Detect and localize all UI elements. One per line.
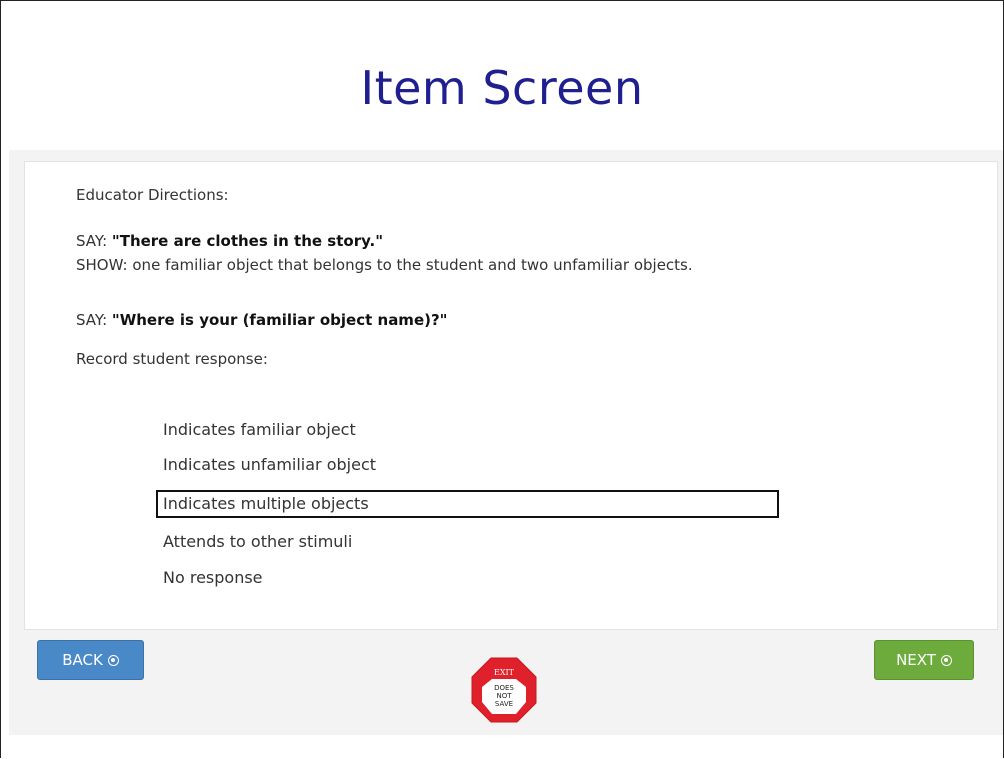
next-button[interactable]: NEXT (874, 640, 974, 680)
response-option-no-response[interactable]: No response (163, 566, 263, 590)
stop-sign-icon: EXIT DOES NOT SAVE (471, 657, 537, 723)
page-title: Item Screen (360, 61, 644, 115)
arrow-circle-icon (940, 654, 952, 666)
response-option-unfamiliar[interactable]: Indicates unfamiliar object (163, 453, 376, 477)
next-button-label: NEXT (896, 651, 936, 669)
say-instruction-2: SAY: "Where is your (familiar object nam… (76, 311, 448, 329)
response-option-other-stimuli[interactable]: Attends to other stimuli (163, 530, 352, 554)
response-option-familiar[interactable]: Indicates familiar object (163, 418, 356, 442)
response-option-multiple[interactable]: Indicates multiple objects (156, 490, 779, 518)
exit-line-not: NOT (496, 692, 512, 700)
say-prefix: SAY: (76, 311, 112, 329)
directions-heading: Educator Directions: (76, 186, 229, 204)
say-instruction-1: SAY: "There are clothes in the story." (76, 232, 383, 250)
record-response-label: Record student response: (76, 350, 268, 368)
exit-button[interactable]: EXIT DOES NOT SAVE (471, 657, 537, 723)
exit-line-does: DOES (494, 684, 514, 692)
exit-label: EXIT (494, 668, 515, 677)
back-button[interactable]: BACK (37, 640, 144, 680)
show-instruction: SHOW: one familiar object that belongs t… (76, 256, 693, 274)
arrow-circle-icon (107, 654, 119, 666)
say-quote: "Where is your (familiar object name)?" (111, 311, 448, 329)
say-quote: "There are clothes in the story." (111, 232, 384, 250)
say-prefix: SAY: (76, 232, 112, 250)
back-button-label: BACK (62, 651, 103, 669)
exit-line-save: SAVE (495, 700, 513, 708)
